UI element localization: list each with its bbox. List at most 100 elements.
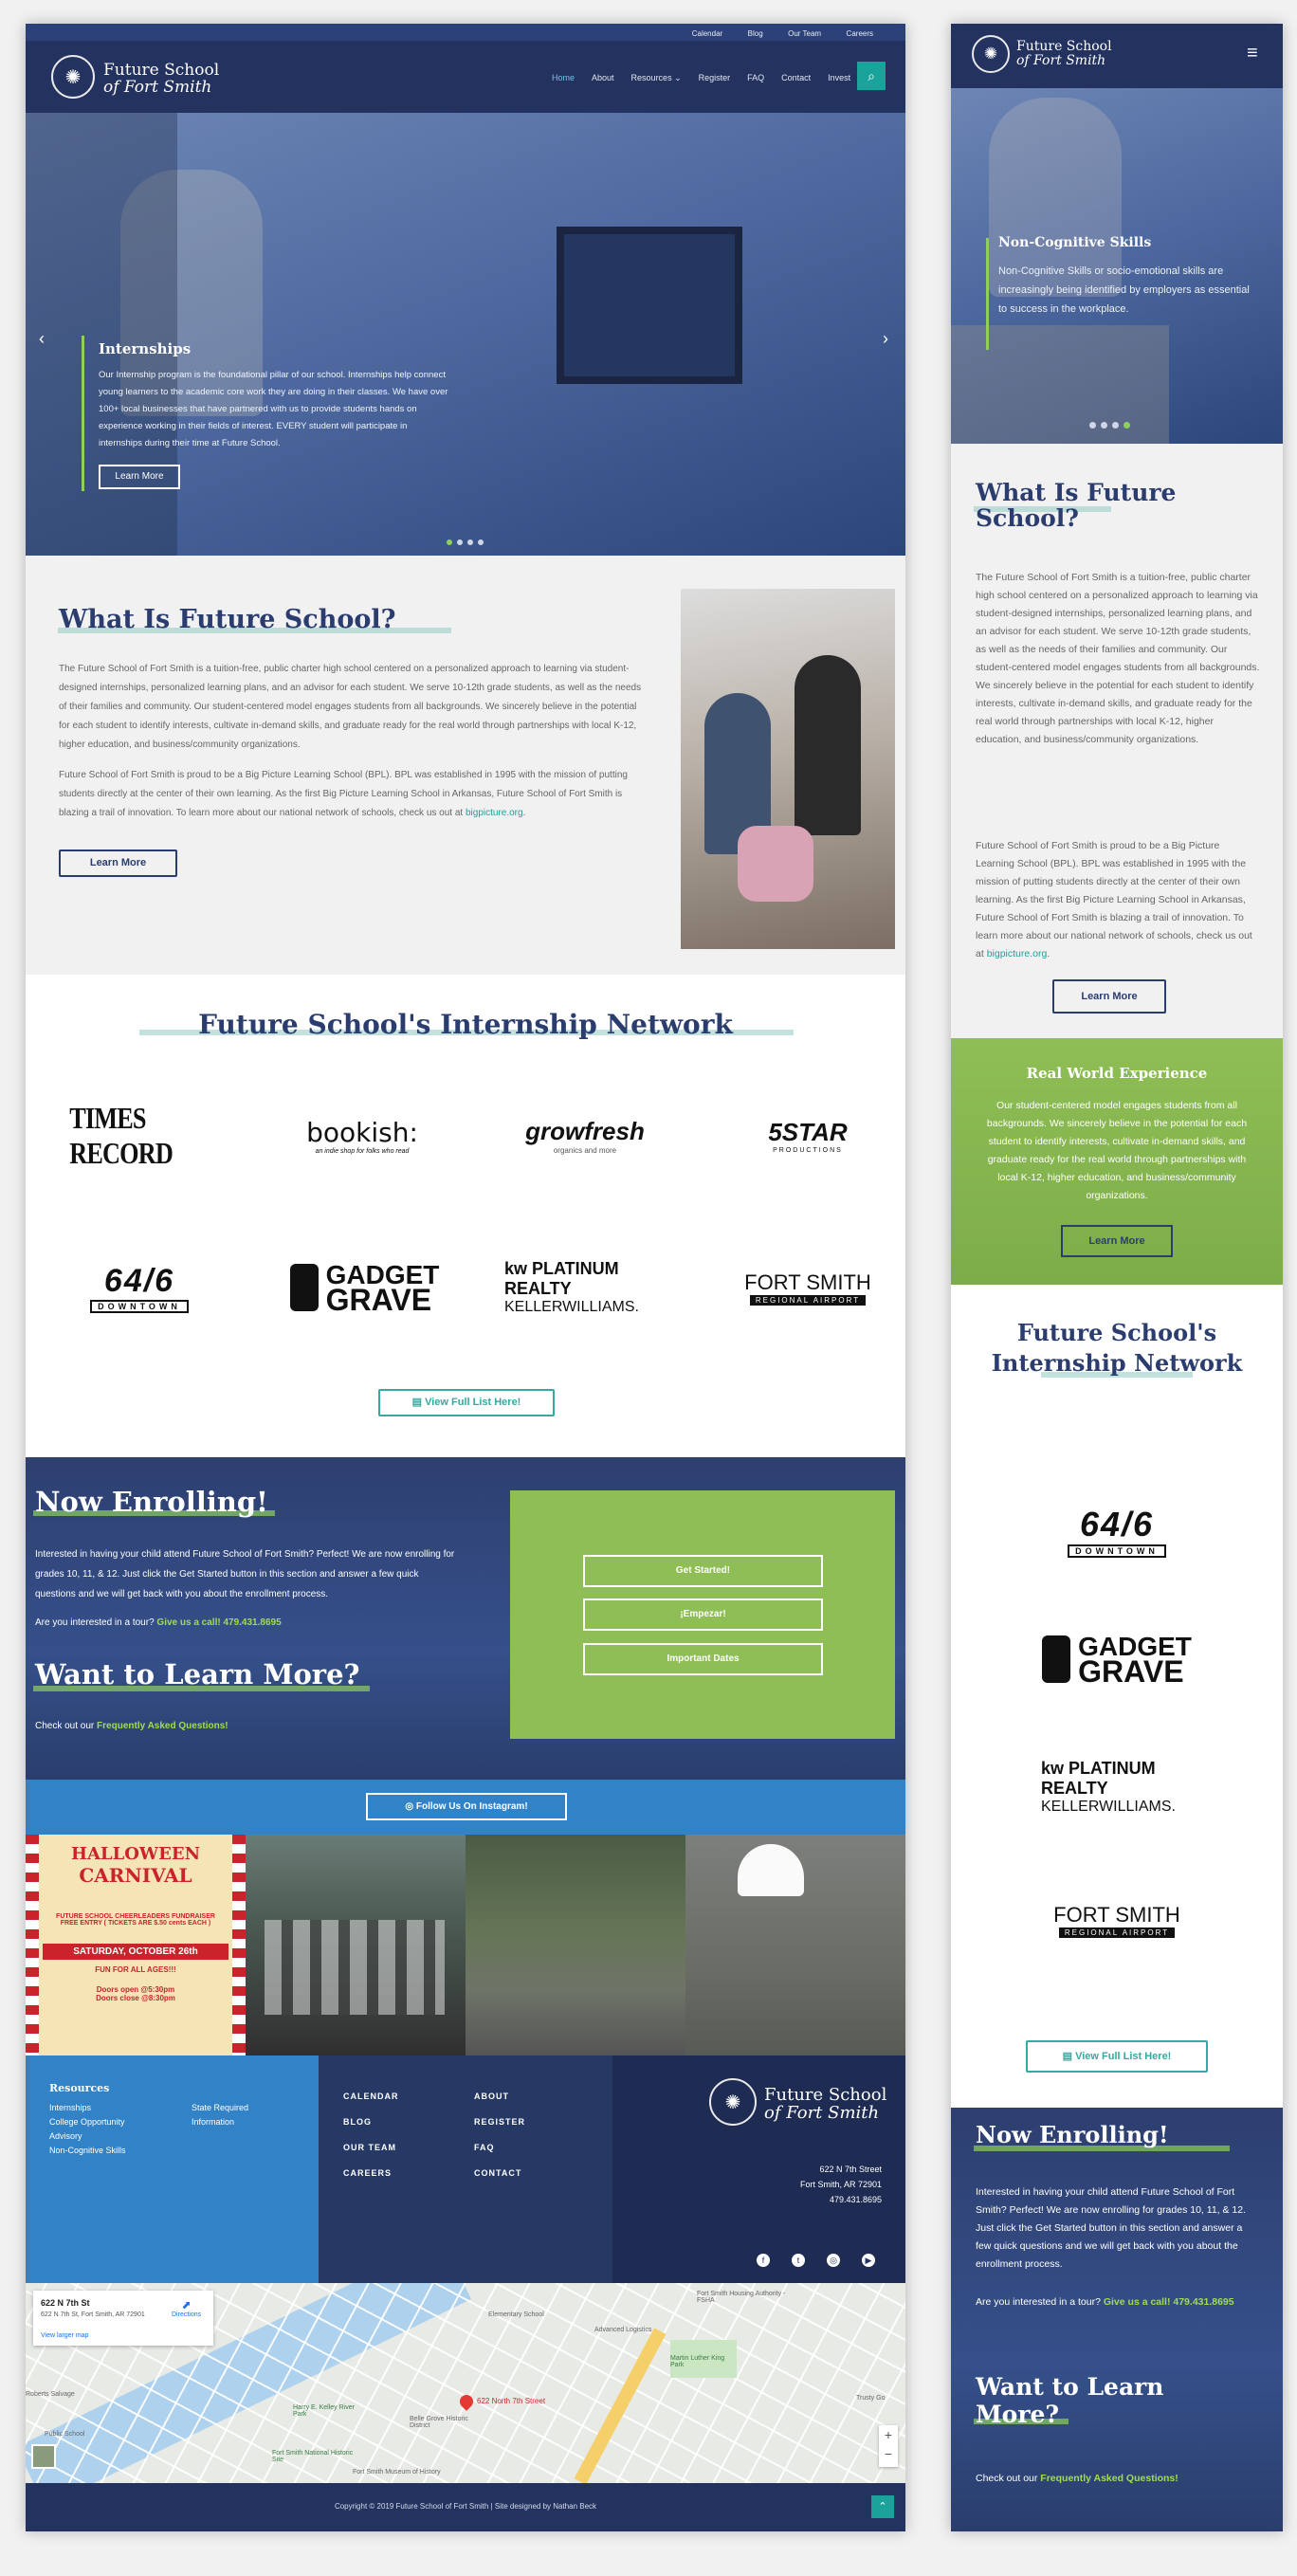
tour-text: Are you interested in a tour? Give us a … <box>35 1617 282 1628</box>
zoom-out-button[interactable]: − <box>879 2444 898 2463</box>
slider-dot[interactable] <box>1123 422 1130 429</box>
about-learn-more-button[interactable]: Learn More <box>59 850 177 877</box>
view-larger-map-link[interactable]: View larger map <box>41 2332 88 2339</box>
slider-dot[interactable] <box>1112 422 1119 429</box>
footer-link-contact[interactable]: CONTACT <box>474 2161 525 2186</box>
hamburger-menu-icon[interactable]: ≡ <box>1247 43 1258 64</box>
mobile-learn-more-title: Want to Learn More? <box>976 2373 1164 2428</box>
nav-contact[interactable]: Contact <box>781 73 811 83</box>
location-map[interactable]: 622 N 7th St 622 N 7th St, Fort Smith, A… <box>26 2283 905 2483</box>
zoom-in-button[interactable]: + <box>879 2425 898 2444</box>
utility-link-our-team[interactable]: Our Team <box>788 29 821 38</box>
mobile-call-link[interactable]: Give us a call! 479.431.8695 <box>1104 2296 1234 2308</box>
brand-name[interactable]: Future School of Fort Smith <box>103 62 219 96</box>
slider-prev-arrow[interactable]: ‹ <box>39 329 45 349</box>
footer-link-advisory[interactable]: Advisory <box>49 2129 126 2144</box>
growfresh-tagline: organics and more <box>553 1146 617 1155</box>
view-full-list-button[interactable]: ▤ View Full List Here! <box>378 1389 555 1416</box>
instagram-post-group[interactable] <box>246 1835 466 2055</box>
airport-tagline: REGIONAL AIRPORT <box>749 1294 867 1306</box>
instagram-post-worker[interactable] <box>685 1835 905 2055</box>
mobile-faq-label: Check out our <box>976 2473 1041 2484</box>
address-phone: 479.431.8695 <box>829 2195 882 2204</box>
nav-home[interactable]: Home <box>552 73 575 83</box>
search-button[interactable]: ⌕ <box>857 62 886 90</box>
mobile-about-learn-more-button[interactable]: Learn More <box>1052 979 1166 1014</box>
footer-link-about[interactable]: ABOUT <box>474 2084 525 2110</box>
youtube-icon[interactable]: ▶ <box>862 2254 875 2267</box>
map-label-belle-grove: Belle Grove Historic District <box>410 2416 468 2429</box>
footer-link-calendar[interactable]: CALENDAR <box>343 2084 399 2110</box>
slider-dot[interactable] <box>457 539 463 545</box>
mobile-6416-text: 64/6 <box>1079 1505 1155 1544</box>
slider-dot[interactable] <box>467 539 473 545</box>
instagram-post-river[interactable] <box>466 1835 685 2055</box>
directions-link[interactable]: ⬈ Directions <box>172 2298 201 2318</box>
learn-more-title: Want to Learn More? <box>35 1658 360 1690</box>
slider-dot[interactable] <box>447 539 452 545</box>
footer-links-col-1: CALENDAR BLOG OUR TEAM CAREERS <box>343 2084 399 2186</box>
footer-link-blog[interactable]: BLOG <box>343 2110 399 2135</box>
footer-resources: Resources Internships College Opportunit… <box>26 2055 319 2283</box>
footer-link-register[interactable]: REGISTER <box>474 2110 525 2135</box>
slider-next-arrow[interactable]: › <box>883 329 888 349</box>
mobile-6416-tagline: DOWNTOWN <box>1068 1544 1166 1558</box>
footer-link-state-info[interactable]: State Required Information <box>192 2101 258 2129</box>
satellite-toggle[interactable] <box>31 2444 56 2469</box>
utility-link-careers[interactable]: Careers <box>847 29 873 38</box>
important-dates-button[interactable]: Important Dates <box>583 1643 823 1675</box>
mobile-network-section: Future School's Internship Network 64/6 D… <box>951 1285 1283 2108</box>
map-card-address: 622 N 7th St, Fort Smith, AR 72901 <box>41 2311 145 2318</box>
mobile-seal-logo[interactable]: ✺ <box>972 35 1010 73</box>
utility-link-calendar[interactable]: Calendar <box>692 29 722 38</box>
mobile-view-full-list-button[interactable]: ▤ View Full List Here! <box>1026 2040 1208 2073</box>
mobile-enroll-section: Now Enrolling! Interested in having your… <box>951 2108 1283 2531</box>
real-world-learn-more-button[interactable]: Learn More <box>1061 1225 1173 1257</box>
footer-link-our-team[interactable]: OUR TEAM <box>343 2135 399 2161</box>
nav-resources[interactable]: Resources ⌄ <box>631 73 682 83</box>
mobile-brand-name[interactable]: Future School of Fort Smith <box>1016 40 1112 68</box>
nav-register[interactable]: Register <box>699 73 731 83</box>
faq-link[interactable]: Frequently Asked Questions! <box>97 1721 228 1731</box>
6416-text: 64/6 <box>103 1262 175 1299</box>
slider-dot[interactable] <box>1089 422 1096 429</box>
follow-instagram-button[interactable]: ◎ Follow Us On Instagram! <box>366 1793 567 1820</box>
instagram-social-icon[interactable]: ◎ <box>827 2254 840 2267</box>
map-label-mlk-park: Martin Luther King Park <box>670 2355 725 2368</box>
nav-about[interactable]: About <box>592 73 614 83</box>
poster-line-3: FUTURE SCHOOL CHEERLEADERS FUNDRAISER <box>56 1913 215 1920</box>
footer-link-internships[interactable]: Internships <box>49 2101 126 2115</box>
get-started-button[interactable]: Get Started! <box>583 1555 823 1587</box>
map-card-title: 622 N 7th St <box>41 2298 90 2308</box>
mobile-faq-link[interactable]: Frequently Asked Questions! <box>1040 2473 1178 2484</box>
footer-link-careers[interactable]: CAREERS <box>343 2161 399 2186</box>
mobile-about-paragraph-2-text: Future School of Fort Smith is proud to … <box>976 840 1252 959</box>
bigpicture-link[interactable]: bigpicture.org <box>466 808 523 818</box>
slider-dot[interactable] <box>478 539 484 545</box>
enroll-body: Interested in having your child attend F… <box>35 1549 455 1599</box>
mobile-bigpicture-link[interactable]: bigpicture.org <box>987 948 1048 959</box>
mobile-gadget-grave-logo: GADGET GRAVE <box>1032 1621 1202 1697</box>
utility-bar: Calendar Blog Our Team Careers <box>26 24 905 41</box>
twitter-icon[interactable]: t <box>792 2254 805 2267</box>
school-seal-logo[interactable]: ✺ <box>51 55 95 99</box>
footer-link-non-cognitive[interactable]: Non-Cognitive Skills <box>49 2144 126 2158</box>
nav-faq[interactable]: FAQ <box>747 73 764 83</box>
facebook-icon[interactable]: f <box>757 2254 770 2267</box>
back-to-top-button[interactable]: ⌃ <box>871 2495 894 2518</box>
nav-invest[interactable]: Invest <box>828 73 850 83</box>
slider-dot[interactable] <box>1101 422 1107 429</box>
utility-link-blog[interactable]: Blog <box>748 29 763 38</box>
footer-link-college-opportunity[interactable]: College Opportunity <box>49 2115 126 2129</box>
hero-learn-more-button[interactable]: Learn More <box>99 465 180 489</box>
footer-link-faq[interactable]: FAQ <box>474 2135 525 2161</box>
call-link[interactable]: Give us a call! 479.431.8695 <box>156 1617 281 1628</box>
instagram-post-halloween[interactable]: HALLOWEEN CARNIVAL FUTURE SCHOOL CHEERLE… <box>26 1835 246 2055</box>
mobile-about-paragraph-2-end: . <box>1047 948 1050 959</box>
mobile-airport-logo: FORT SMITH REGIONAL AIRPORT <box>1046 1882 1188 1958</box>
empezar-button[interactable]: ¡Empezar! <box>583 1599 823 1631</box>
5star-text: 5STAR <box>768 1118 848 1146</box>
view-full-list-label: View Full List Here! <box>425 1397 521 1408</box>
poster-border <box>232 1835 246 2055</box>
mobile-navbar: ✺ Future School of Fort Smith ≡ <box>951 24 1283 88</box>
